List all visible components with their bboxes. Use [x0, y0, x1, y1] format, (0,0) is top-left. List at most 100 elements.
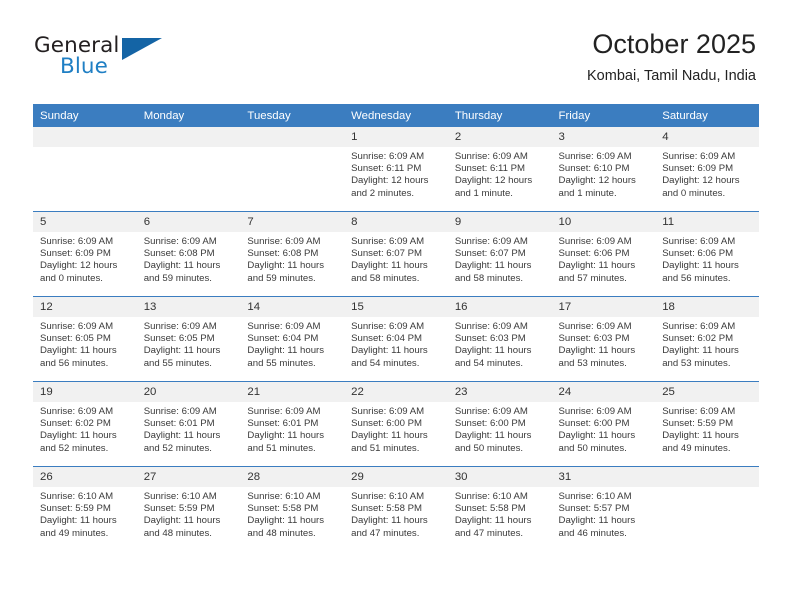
day-details: Sunrise: 6:10 AM Sunset: 5:59 PM Daylight:…: [137, 487, 241, 540]
sunrise-text: Sunrise: 6:09 AM: [143, 406, 217, 417]
calendar-day-cell[interactable]: 26 Sunrise: 6:10 AM Sunset: 5:59 PM Dayligh…: [33, 466, 137, 551]
daylight-text-line2: and 56 minutes.: [40, 357, 109, 369]
calendar-day-cell[interactable]: 7 Sunrise: 6:09 AM Sunset: 6:08 PM Daylight…: [240, 211, 345, 297]
brand-name-blue: Blue: [60, 54, 108, 79]
calendar-day-cell[interactable]: 1 Sunrise: 6:09 AM Sunset: 6:11 PM Daylight…: [344, 127, 448, 212]
calendar-day-cell[interactable]: 3 Sunrise: 6:09 AM Sunset: 6:10 PM Daylight…: [551, 127, 656, 212]
daylight-text-line2: and 2 minutes.: [351, 187, 415, 199]
sunrise-text: Sunrise: 6:09 AM: [454, 406, 528, 417]
day-number: 11: [655, 212, 759, 232]
calendar-day-cell[interactable]: 20 Sunrise: 6:09 AM Sunset: 6:01 PM Dayligh…: [136, 381, 241, 467]
calendar-day-cell[interactable]: 2 Sunrise: 6:09 AM Sunset: 6:11 PM Daylight…: [447, 127, 552, 212]
calendar-day-cell[interactable]: 28 Sunrise: 6:10 AM Sunset: 5:58 PM Dayligh…: [240, 466, 345, 551]
calendar-day-cell[interactable]: 13 Sunrise: 6:09 AM Sunset: 6:05 PM Dayligh…: [136, 296, 241, 382]
day-number: 21: [240, 382, 345, 402]
brand-logo[interactable]: General Blue: [34, 33, 214, 85]
day-number: 1: [344, 127, 448, 147]
day-details: Sunrise: 6:09 AM Sunset: 6:11 PM Daylight:…: [448, 147, 552, 200]
calendar-day-cell[interactable]: 25 Sunrise: 6:09 AM Sunset: 5:59 PM Dayligh…: [655, 381, 759, 467]
sunset-text: Sunset: 6:01 PM: [247, 418, 319, 430]
day-details: Sunrise: 6:09 AM Sunset: 6:03 PM Daylight:…: [552, 317, 656, 370]
day-number: 28: [240, 467, 345, 487]
calendar-day-cell[interactable]: 4 Sunrise: 6:09 AM Sunset: 6:09 PM Daylight…: [655, 127, 759, 212]
daylight-text-line1: Daylight: 11 hours: [558, 260, 636, 272]
sunrise-text: Sunrise: 6:10 AM: [558, 491, 632, 502]
sunrise-text: Sunrise: 6:09 AM: [662, 236, 736, 247]
calendar-day-cell[interactable]: 17 Sunrise: 6:09 AM Sunset: 6:03 PM Dayligh…: [551, 296, 656, 382]
sunrise-text: Sunrise: 6:09 AM: [247, 321, 321, 332]
calendar-day-cell[interactable]: 27 Sunrise: 6:10 AM Sunset: 5:59 PM Dayligh…: [136, 466, 241, 551]
calendar-day-cell[interactable]: 16 Sunrise: 6:09 AM Sunset: 6:03 PM Dayligh…: [447, 296, 552, 382]
calendar-day-cell[interactable]: 6 Sunrise: 6:09 AM Sunset: 6:08 PM Daylight…: [136, 211, 241, 297]
calendar-day-cell[interactable]: 15 Sunrise: 6:09 AM Sunset: 6:04 PM Dayligh…: [344, 296, 448, 382]
day-details: Sunrise: 6:09 AM Sunset: 6:07 PM Daylight:…: [344, 232, 448, 285]
calendar-day-cell[interactable]: 23 Sunrise: 6:09 AM Sunset: 6:00 PM Dayligh…: [447, 381, 552, 467]
day-number: [33, 127, 137, 147]
calendar-day-cell[interactable]: 14 Sunrise: 6:09 AM Sunset: 6:04 PM Dayligh…: [240, 296, 345, 382]
sunrise-text: Sunrise: 6:09 AM: [662, 151, 736, 162]
calendar-day-cell-empty: [33, 127, 137, 212]
daylight-text-line2: and 53 minutes.: [662, 357, 731, 369]
calendar-day-cell[interactable]: 5 Sunrise: 6:09 AM Sunset: 6:09 PM Daylight…: [33, 211, 137, 297]
daylight-text-line1: Daylight: 11 hours: [351, 260, 428, 272]
sunset-text: Sunset: 5:57 PM: [558, 503, 630, 515]
day-details: Sunrise: 6:09 AM Sunset: 6:08 PM Daylight:…: [137, 232, 241, 285]
sunrise-text: Sunrise: 6:09 AM: [558, 321, 632, 332]
sunrise-text: Sunrise: 6:09 AM: [558, 406, 632, 417]
weekday-header-tuesday: Tuesday: [240, 104, 345, 127]
daylight-text-line1: Daylight: 11 hours: [143, 260, 221, 272]
day-details: Sunrise: 6:10 AM Sunset: 5:59 PM Daylight:…: [33, 487, 137, 540]
sunset-text: Sunset: 5:59 PM: [40, 503, 111, 515]
calendar-day-cell[interactable]: 24 Sunrise: 6:09 AM Sunset: 6:00 PM Dayligh…: [551, 381, 656, 467]
calendar-day-cell[interactable]: 21 Sunrise: 6:09 AM Sunset: 6:01 PM Dayligh…: [240, 381, 345, 467]
sunset-text: Sunset: 5:59 PM: [662, 418, 734, 430]
weekday-header-friday: Friday: [551, 104, 656, 127]
day-details: Sunrise: 6:10 AM Sunset: 5:58 PM Daylight:…: [344, 487, 448, 540]
sunset-text: Sunset: 6:07 PM: [351, 248, 423, 260]
daylight-text-line1: Daylight: 11 hours: [247, 345, 325, 357]
page-header: General Blue October 2025 Kombai, Tamil …: [0, 0, 792, 100]
daylight-text-line2: and 59 minutes.: [247, 272, 316, 284]
daylight-text-line1: Daylight: 11 hours: [40, 345, 117, 357]
day-details: Sunrise: 6:10 AM Sunset: 5:58 PM Daylight:…: [240, 487, 344, 540]
calendar-day-cell[interactable]: 31 Sunrise: 6:10 AM Sunset: 5:57 PM Dayligh…: [551, 466, 656, 551]
calendar-day-cell[interactable]: 12 Sunrise: 6:09 AM Sunset: 6:05 PM Dayligh…: [33, 296, 137, 382]
sunset-text: Sunset: 6:00 PM: [351, 418, 423, 430]
calendar-day-cell[interactable]: 30 Sunrise: 6:10 AM Sunset: 5:58 PM Dayligh…: [447, 466, 552, 551]
sunset-text: Sunset: 6:04 PM: [247, 333, 319, 345]
daylight-text-line2: and 50 minutes.: [558, 442, 627, 454]
daylight-text-line1: Daylight: 11 hours: [454, 430, 532, 442]
day-number: [240, 127, 345, 147]
triangle-logo-icon: [122, 38, 162, 60]
calendar-day-cell[interactable]: 18 Sunrise: 6:09 AM Sunset: 6:02 PM Dayligh…: [655, 296, 759, 382]
calendar-day-cell-empty: [655, 466, 759, 551]
daylight-text-line1: Daylight: 11 hours: [143, 515, 221, 527]
calendar-table: Sunday Monday Tuesday Wednesday Thursday…: [33, 104, 759, 551]
sunrise-text: Sunrise: 6:09 AM: [40, 321, 114, 332]
sunrise-text: Sunrise: 6:10 AM: [351, 491, 425, 502]
day-details: Sunrise: 6:10 AM Sunset: 5:57 PM Daylight:…: [552, 487, 656, 540]
sunrise-text: Sunrise: 6:09 AM: [454, 151, 528, 162]
day-details: Sunrise: 6:09 AM Sunset: 6:09 PM Daylight:…: [655, 147, 759, 200]
daylight-text-line1: Daylight: 11 hours: [247, 430, 325, 442]
day-number: 2: [447, 127, 552, 147]
day-details: Sunrise: 6:09 AM Sunset: 6:08 PM Daylight:…: [240, 232, 344, 285]
daylight-text-line1: Daylight: 12 hours: [662, 175, 740, 187]
daylight-text-line1: Daylight: 11 hours: [40, 430, 117, 442]
day-number: 10: [551, 212, 656, 232]
calendar-day-cell[interactable]: 11 Sunrise: 6:09 AM Sunset: 6:06 PM Dayligh…: [655, 211, 759, 297]
calendar-day-cell[interactable]: 9 Sunrise: 6:09 AM Sunset: 6:07 PM Daylight…: [447, 211, 552, 297]
day-number: [655, 467, 759, 487]
day-details: Sunrise: 6:09 AM Sunset: 6:02 PM Daylight:…: [655, 317, 759, 370]
calendar-day-cell[interactable]: 19 Sunrise: 6:09 AM Sunset: 6:02 PM Dayligh…: [33, 381, 137, 467]
daylight-text-line1: Daylight: 11 hours: [143, 345, 221, 357]
calendar-day-cell[interactable]: 10 Sunrise: 6:09 AM Sunset: 6:06 PM Dayligh…: [551, 211, 656, 297]
day-number: 9: [447, 212, 552, 232]
weekday-header-monday: Monday: [136, 104, 241, 127]
calendar-day-cell[interactable]: 22 Sunrise: 6:09 AM Sunset: 6:00 PM Dayligh…: [344, 381, 448, 467]
calendar-day-cell[interactable]: 8 Sunrise: 6:09 AM Sunset: 6:07 PM Daylight…: [344, 211, 448, 297]
sunrise-text: Sunrise: 6:09 AM: [351, 151, 425, 162]
day-number: 30: [447, 467, 552, 487]
calendar-day-cell[interactable]: 29 Sunrise: 6:10 AM Sunset: 5:58 PM Dayligh…: [344, 466, 448, 551]
daylight-text-line2: and 52 minutes.: [40, 442, 109, 454]
